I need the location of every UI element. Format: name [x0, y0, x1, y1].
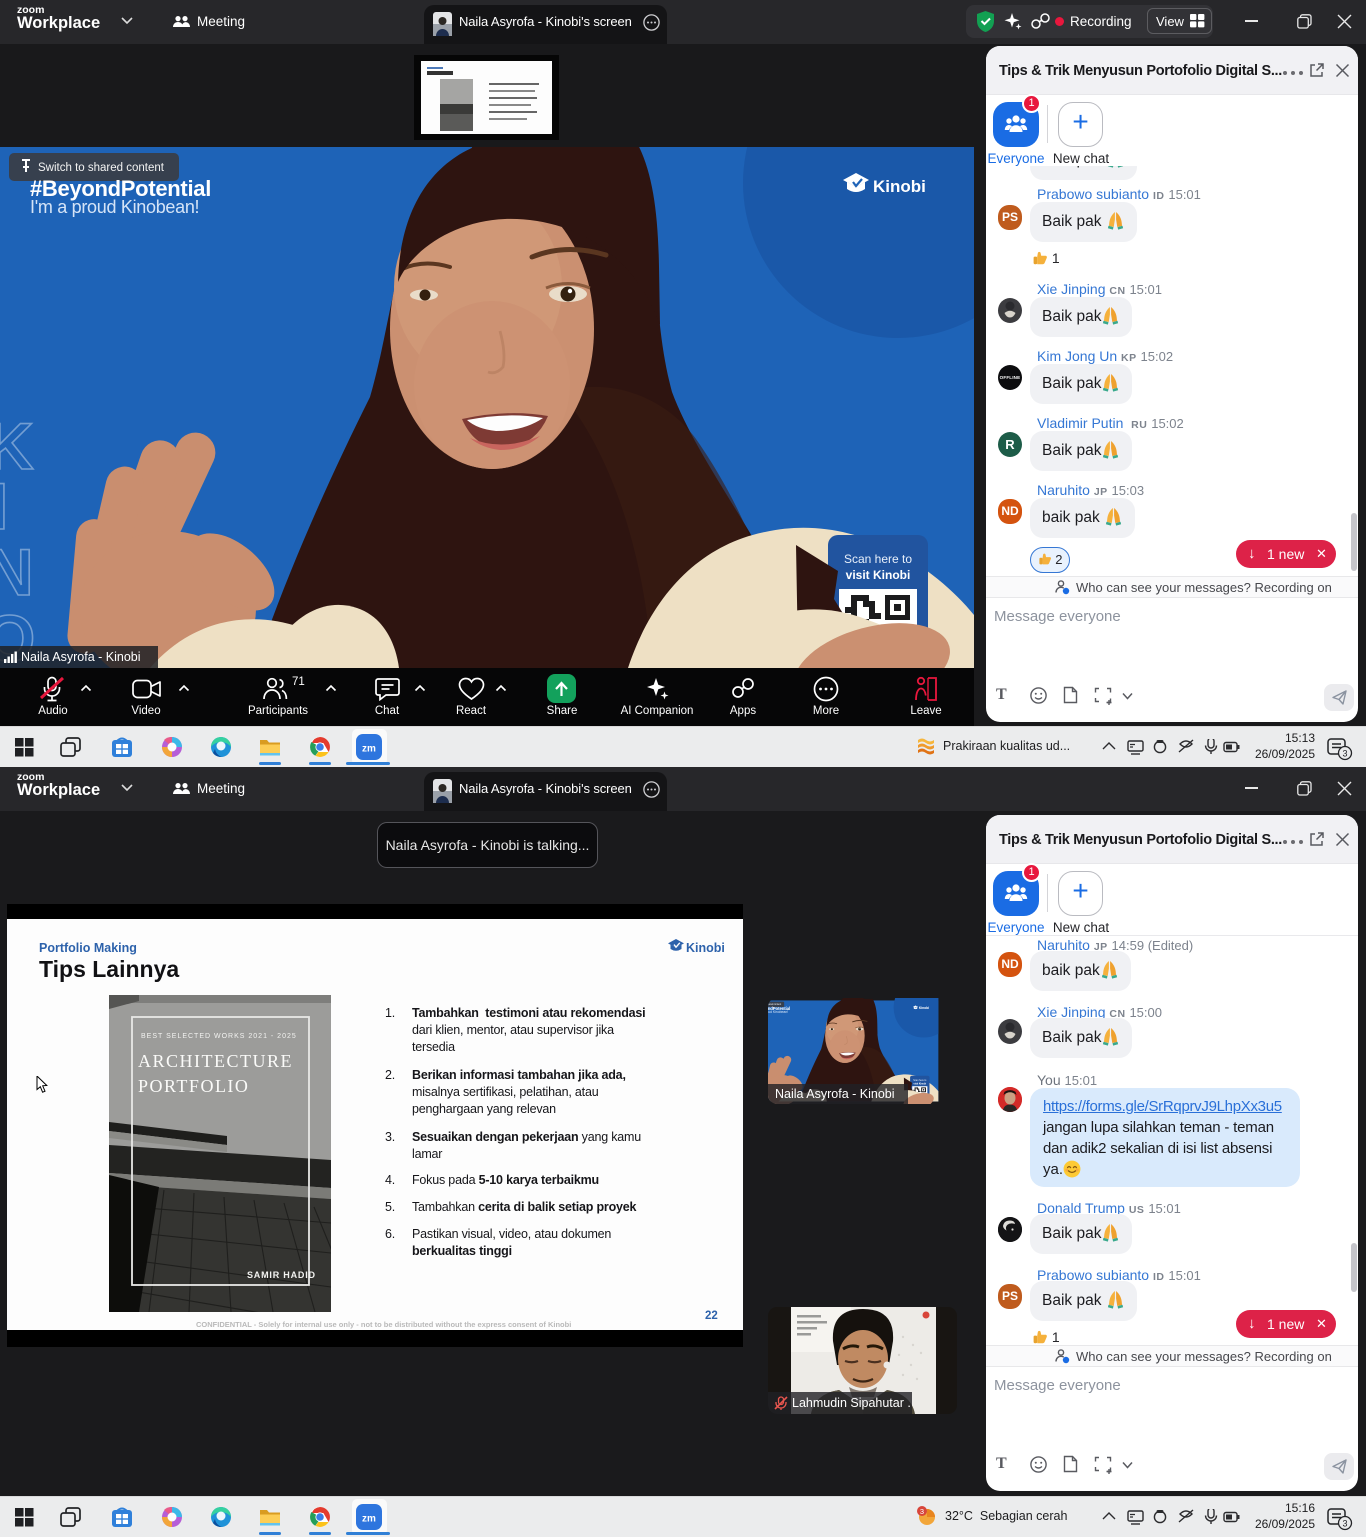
svg-text:BEST SELECTED WORKS 2021 - 202: BEST SELECTED WORKS 2021 - 2025: [141, 1033, 297, 1040]
svg-text:PORTFOLIO: PORTFOLIO: [138, 1076, 249, 1096]
svg-text:Kinobi: Kinobi: [686, 941, 725, 955]
svg-text:3: 3: [920, 1507, 924, 1516]
svg-text:ARCHITECTURE: ARCHITECTURE: [138, 1051, 293, 1071]
svg-text:SAMIR HADID: SAMIR HADID: [247, 1270, 316, 1280]
